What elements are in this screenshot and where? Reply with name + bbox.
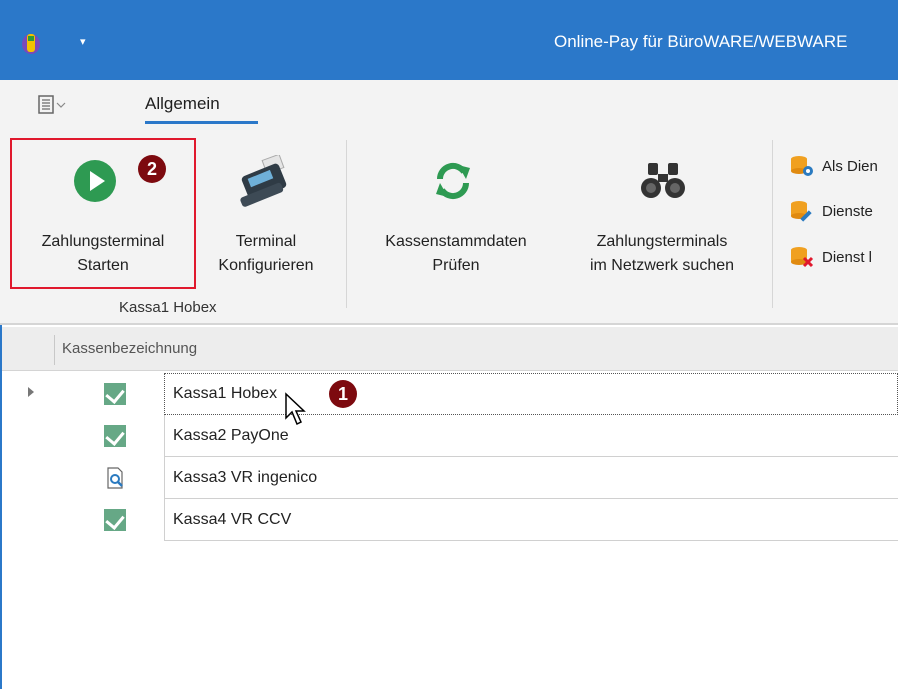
header-divider <box>54 335 55 365</box>
terminal-grid: Kassenbezeichnung Kassa1 Hobex Kassa2 Pa… <box>0 325 898 689</box>
database-delete-icon <box>791 247 814 268</box>
check-master-data-label-2: Prüfen <box>432 257 480 274</box>
table-row[interactable]: Kassa4 VR CCV <box>0 499 898 541</box>
quick-access-dropdown[interactable]: ▾ <box>80 35 86 49</box>
remove-service-button[interactable]: Dienst l <box>790 245 872 269</box>
annotation-badge-1: 1 <box>329 380 357 408</box>
check-icon <box>104 425 126 447</box>
title-bar: ▾ Online-Pay für BüroWARE/WEBWARE <box>0 0 898 80</box>
remove-service-label: Dienst l <box>822 248 873 266</box>
ribbon-tabs: Allgemein <box>0 80 898 128</box>
annotation-badge-2: 2 <box>138 155 166 183</box>
active-tab-indicator <box>145 121 258 124</box>
annotation-highlight-box <box>10 138 196 289</box>
check-master-data-button[interactable]: Kassenstammdaten Prüfen <box>360 140 552 280</box>
ribbon-separator <box>772 140 773 308</box>
column-header-kassenbezeichnung[interactable]: Kassenbezeichnung <box>62 340 197 357</box>
search-network-label-2: im Netzwerk suchen <box>589 257 735 274</box>
table-row[interactable]: Kassa2 PayOne <box>0 415 898 457</box>
refresh-icon <box>436 162 470 200</box>
application-menu-icon[interactable] <box>38 94 70 116</box>
check-master-data-label-1: Kassenstammdaten <box>385 233 527 250</box>
install-as-service-label: Als Dien <box>822 157 878 175</box>
row-cell-name[interactable]: Kassa3 VR ingenico <box>164 457 898 499</box>
database-gear-icon <box>791 156 813 176</box>
row-cell-name[interactable]: Kassa1 Hobex <box>164 373 898 415</box>
search-network-label-1: Zahlungsterminals <box>596 233 728 250</box>
configure-terminal-label-1: Terminal <box>235 233 297 250</box>
mouse-cursor-icon <box>285 392 306 426</box>
ribbon-separator <box>346 140 347 308</box>
document-search-icon <box>107 467 123 489</box>
row-cell-name[interactable]: Kassa2 PayOne <box>164 415 898 457</box>
window-left-border <box>0 325 2 689</box>
grid-header: Kassenbezeichnung <box>2 327 898 371</box>
window-title: Online-Pay für BüroWARE/WEBWARE <box>554 32 848 51</box>
card-terminal-icon <box>240 155 287 207</box>
table-row[interactable]: Kassa1 Hobex <box>0 373 898 415</box>
configure-terminal-label-2: Konfigurieren <box>218 257 314 274</box>
row-indicator-icon <box>28 387 34 397</box>
app-icon[interactable] <box>21 31 41 55</box>
database-edit-icon <box>791 201 812 222</box>
row-cell-name[interactable]: Kassa4 VR CCV <box>164 499 898 541</box>
configure-terminal-button[interactable]: Terminal Konfigurieren <box>196 140 336 280</box>
check-icon <box>104 509 126 531</box>
binoculars-icon <box>641 163 685 198</box>
service-settings-label: Dienste <box>822 202 873 220</box>
tab-allgemein[interactable]: Allgemein <box>145 93 220 115</box>
group-label-kassa: Kassa1 Hobex <box>119 299 217 316</box>
search-network-terminals-button[interactable]: Zahlungsterminals im Netzwerk suchen <box>560 140 764 280</box>
check-icon <box>104 383 126 405</box>
table-row[interactable]: Kassa3 VR ingenico <box>0 457 898 499</box>
service-settings-button[interactable]: Dienste <box>790 199 873 223</box>
install-as-service-button[interactable]: Als Dien <box>790 154 878 178</box>
